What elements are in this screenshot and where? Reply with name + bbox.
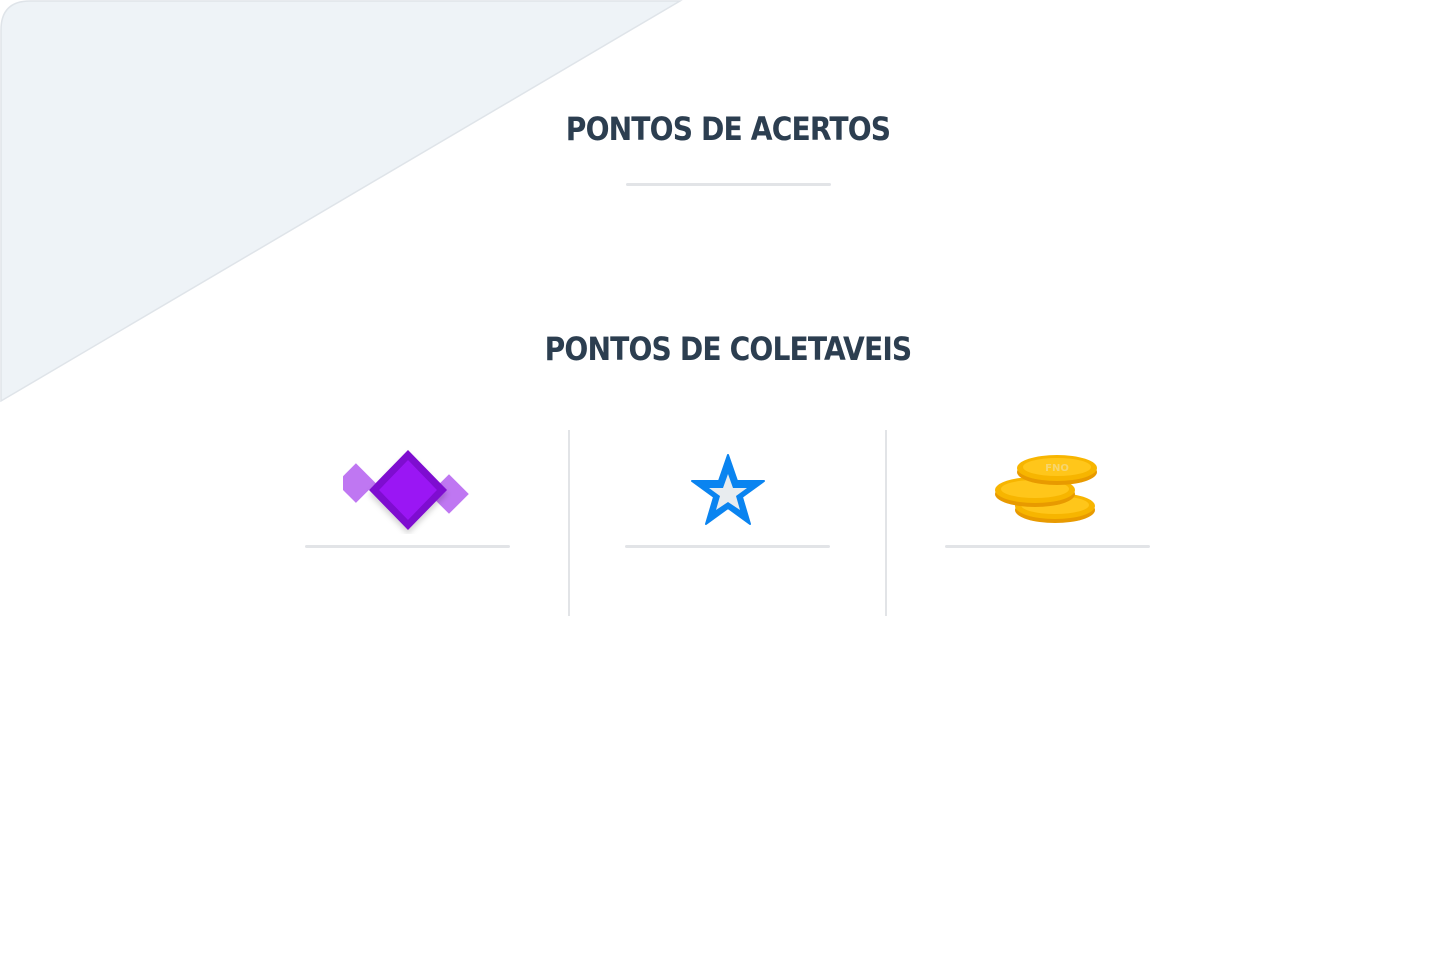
collectible-coins: FNO xyxy=(888,430,1208,616)
gold-coins-icon: FNO xyxy=(993,452,1103,533)
divider-2 xyxy=(885,430,887,616)
purple-gem-icon xyxy=(336,448,473,539)
coletaveis-title: PONTOS DE COLETAVEIS xyxy=(544,330,913,368)
page: PONTOS DE ACERTOS PONTOS DE COLETAVEIS F… xyxy=(0,0,1456,956)
collectible-gem xyxy=(248,430,568,616)
blue-star-icon xyxy=(690,452,766,533)
star-underline xyxy=(625,545,830,548)
collectible-star xyxy=(568,430,888,616)
acertos-title: PONTOS DE ACERTOS xyxy=(565,110,891,148)
gem-underline xyxy=(305,545,510,548)
svg-text:FNO: FNO xyxy=(1045,463,1069,474)
acertos-underline xyxy=(626,183,831,186)
coins-underline xyxy=(945,545,1150,548)
